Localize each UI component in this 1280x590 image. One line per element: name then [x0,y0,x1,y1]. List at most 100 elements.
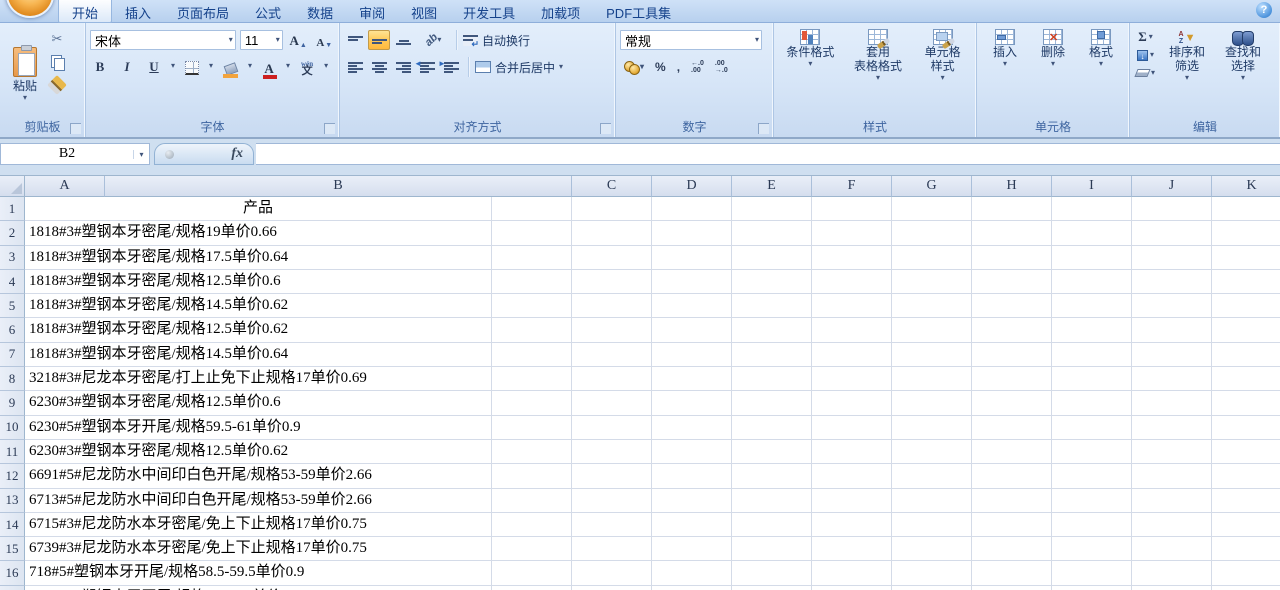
cell[interactable]: 1818#3#塑钢本牙密尾/规格12.5单价0.62 [25,318,492,342]
cell[interactable] [972,440,1052,464]
cell[interactable] [1052,586,1132,590]
column-header[interactable]: F [812,176,892,197]
row-header[interactable]: 17 [0,586,25,590]
cell[interactable] [572,367,652,391]
merge-center-dropdown-arrow[interactable]: ▾ [559,63,563,71]
cell[interactable] [1052,270,1132,294]
column-header[interactable]: G [892,176,972,197]
cell[interactable] [732,537,812,561]
cell[interactable] [812,221,892,245]
cell[interactable] [1132,270,1212,294]
ribbon-tab[interactable]: 页面布局 [164,0,242,23]
phonetic-guide-button[interactable]: wén文 [297,56,317,76]
cell[interactable] [492,391,572,415]
column-header[interactable]: D [652,176,732,197]
cell[interactable]: 718#5#塑钢本牙开尾/规格58.5-59.5单价0.9 [25,561,492,585]
cell[interactable] [1132,343,1212,367]
cell[interactable] [812,318,892,342]
cell[interactable] [1052,440,1132,464]
cell[interactable] [1052,391,1132,415]
shrink-font-button[interactable]: A▼ [314,30,335,50]
cell[interactable] [972,343,1052,367]
borders-button[interactable] [182,56,202,76]
format-painter-button[interactable] [46,75,68,95]
cell[interactable] [1212,489,1280,513]
cell[interactable] [812,270,892,294]
cell[interactable] [1212,561,1280,585]
cell[interactable] [492,343,572,367]
cell[interactable] [972,586,1052,590]
cell[interactable] [652,586,732,590]
cell[interactable]: 1818#3#塑钢本牙密尾/规格14.5单价0.64 [25,343,492,367]
cell[interactable] [1132,440,1212,464]
cell[interactable] [812,586,892,590]
cell[interactable] [892,197,972,221]
cell[interactable] [652,489,732,513]
cell[interactable] [812,561,892,585]
cell-styles-dropdown-arrow[interactable]: ▾ [941,74,945,82]
cell[interactable] [572,561,652,585]
find-select-dropdown-arrow[interactable]: ▾ [1241,74,1245,82]
cell[interactable] [972,464,1052,488]
cell[interactable]: 3218#3#尼龙本牙密尾/打上止免下止规格17单价0.69 [25,367,492,391]
orientation-button[interactable]: ab ▾ [416,30,450,50]
number-format-dropdown-arrow[interactable]: ▾ [755,36,759,44]
percent-style-button[interactable]: % [651,57,670,77]
decrease-indent-button[interactable]: ◄ [416,57,438,77]
row-header[interactable]: 15 [0,537,25,561]
cell[interactable] [972,318,1052,342]
cell[interactable] [1212,440,1280,464]
cell[interactable] [1052,416,1132,440]
cell[interactable] [1212,343,1280,367]
cell[interactable] [732,197,812,221]
cell[interactable] [972,537,1052,561]
cell[interactable] [1132,489,1212,513]
align-top-button[interactable] [344,30,366,50]
cell[interactable] [892,537,972,561]
cell[interactable] [1132,318,1212,342]
alignment-dialog-launcher-icon[interactable] [600,123,611,134]
cell[interactable] [492,586,572,590]
cell[interactable] [892,586,972,590]
cell[interactable] [732,464,812,488]
cell[interactable] [1212,246,1280,270]
row-header[interactable]: 10 [0,416,25,440]
cell[interactable] [1212,513,1280,537]
cell[interactable] [652,246,732,270]
underline-dropdown-arrow[interactable]: ▾ [171,62,175,70]
insert-dropdown-arrow[interactable]: ▾ [1003,60,1007,68]
ribbon-tab[interactable]: 数据 [294,0,346,23]
cell[interactable] [972,489,1052,513]
cell[interactable]: 6230#3#塑钢本牙密尾/规格12.5单价0.6 [25,391,492,415]
cell[interactable] [1132,537,1212,561]
cell[interactable] [732,391,812,415]
column-header[interactable]: K [1212,176,1280,197]
ribbon-tab[interactable]: 视图 [398,0,450,23]
cell[interactable] [572,270,652,294]
formula-input[interactable] [256,143,1280,165]
cell[interactable]: 6691#5#尼龙防水中间印白色开尾/规格53-59单价2.66 [25,464,492,488]
fill-dropdown-arrow[interactable]: ▾ [1150,51,1154,59]
cell[interactable] [732,294,812,318]
cell[interactable] [1132,561,1212,585]
delete-dropdown-arrow[interactable]: ▾ [1051,60,1055,68]
cell[interactable] [652,416,732,440]
format-cells-button[interactable]: 格式 ▾ [1078,25,1124,119]
cell[interactable] [1052,489,1132,513]
cell[interactable]: 6713#5#尼龙防水中间印白色开尾/规格53-59单价2.66 [25,489,492,513]
number-format-select[interactable]: 常规 ▾ [620,30,762,50]
cell[interactable] [652,318,732,342]
cell[interactable]: 产品 [25,197,492,221]
cell[interactable] [892,367,972,391]
cell[interactable] [1052,246,1132,270]
cell[interactable] [492,197,572,221]
cell[interactable]: 6230#5#塑钢本牙开尾/规格59.5-61单价0.9 [25,416,492,440]
cell[interactable] [492,318,572,342]
cell[interactable] [1052,513,1132,537]
align-right-button[interactable] [392,57,414,77]
cell[interactable] [892,343,972,367]
cell[interactable]: 1818#3#塑钢本牙密尾/规格12.5单价0.6 [25,270,492,294]
ribbon-tab[interactable]: PDF工具集 [593,0,684,23]
insert-cells-button[interactable]: 插入 ▾ [982,25,1028,119]
cell[interactable] [892,221,972,245]
